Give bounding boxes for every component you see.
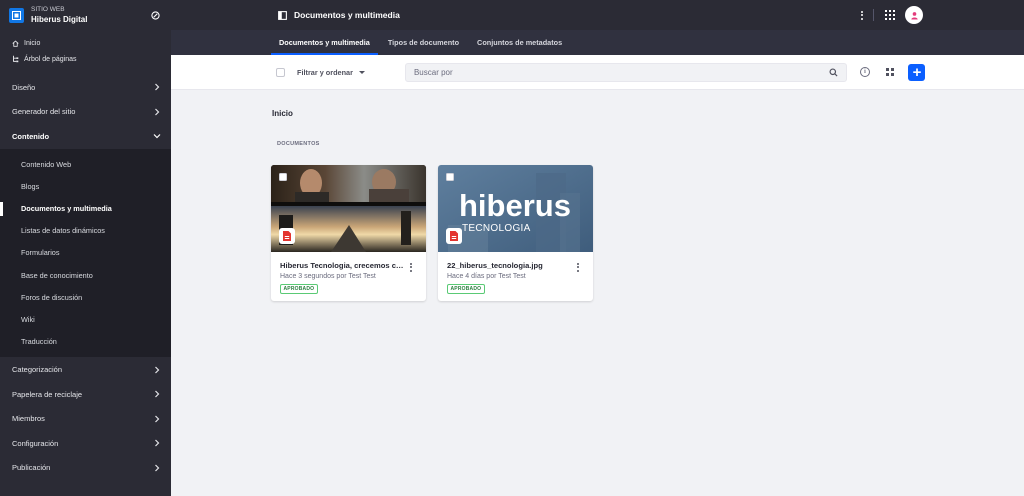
tab-documents-media[interactable]: Documentos y multimedia — [270, 30, 379, 55]
sidebar-section-members[interactable]: Miembros — [0, 406, 171, 431]
chevron-right-icon — [155, 439, 160, 447]
sidebar-section-design[interactable]: Diseño — [0, 75, 171, 100]
logo-wordmark: hiberus — [459, 188, 571, 223]
filter-order-dropdown[interactable]: Filtrar y ordenar — [297, 68, 365, 77]
sidebar-section-categorization[interactable]: Categorización — [0, 357, 171, 382]
home-icon — [12, 39, 19, 47]
caret-down-icon — [358, 70, 365, 74]
compass-icon[interactable] — [148, 8, 162, 22]
chevron-right-icon — [155, 366, 160, 374]
chevron-right-icon — [155, 390, 160, 398]
document-thumbnail[interactable]: hiberus TECNOLOGIA — [438, 165, 593, 252]
product-menu-sidebar: SITIO WEB Hiberus Digital Inicio Árbol d… — [0, 0, 171, 496]
sidebar-item-documents-media[interactable]: Documentos y multimedia — [0, 198, 171, 220]
content-submenu: Contenido Web Blogs Documentos y multime… — [0, 148, 171, 358]
chevron-right-icon — [155, 83, 160, 91]
divider — [872, 9, 874, 21]
breadcrumb[interactable]: Inicio — [272, 109, 293, 118]
management-toolbar: Filtrar y ordenar i + — [171, 55, 1024, 90]
control-menu: Documentos y multimedia — [171, 0, 1024, 30]
card-subtitle: Hace 3 segundos por Test Test — [280, 273, 376, 280]
card-title[interactable]: Hiberus Tecnologia, crecemos co... — [280, 261, 404, 270]
document-card[interactable]: Hiberus Tecnologia, crecemos co... Hace … — [271, 165, 426, 301]
card-actions-kebab-icon[interactable] — [410, 263, 412, 272]
info-icon[interactable]: i — [859, 67, 870, 77]
add-button[interactable]: + — [908, 63, 926, 81]
search-input[interactable] — [413, 67, 829, 77]
status-badge: APROBADO — [447, 284, 485, 294]
site-kicker: SITIO WEB — [31, 6, 65, 13]
document-icon — [279, 228, 295, 244]
quick-link-page-tree[interactable]: Árbol de páginas — [0, 51, 171, 67]
chevron-right-icon — [155, 415, 160, 423]
sidebar-section-publishing[interactable]: Publicación — [0, 455, 171, 480]
logo-tagline: TECNOLOGIA — [462, 223, 531, 234]
chevron-right-icon — [155, 464, 160, 472]
sidebar-section-content[interactable]: Contenido — [0, 124, 171, 149]
document-icon — [446, 228, 462, 244]
chevron-down-icon — [153, 134, 161, 139]
chevron-right-icon — [155, 108, 160, 116]
status-badge: APROBADO — [280, 284, 318, 294]
sidebar-item-blogs[interactable]: Blogs — [0, 176, 171, 198]
card-title[interactable]: 22_hiberus_tecnologia.jpg — [447, 261, 571, 270]
page-title: Documentos y multimedia — [294, 10, 400, 20]
sidebar-toggle-icon[interactable] — [278, 10, 287, 20]
search-box — [404, 62, 847, 82]
section-label: DOCUMENTOS — [277, 141, 320, 147]
user-avatar[interactable] — [905, 6, 923, 24]
display-style-cards-icon[interactable] — [885, 67, 895, 77]
tab-document-types[interactable]: Tipos de documento — [379, 30, 468, 55]
user-icon — [910, 11, 918, 20]
select-all-checkbox[interactable] — [276, 67, 285, 77]
sidebar-item-forms[interactable]: Formularios — [0, 242, 171, 264]
sidebar-item-message-boards[interactable]: Foros de discusión — [0, 286, 171, 308]
sidebar-item-wiki[interactable]: Wiki — [0, 308, 171, 330]
sitemap-icon — [13, 55, 19, 63]
sidebar-item-translation[interactable]: Traducción — [0, 330, 171, 352]
document-card[interactable]: hiberus TECNOLOGIA 22_hiberus_tecnologia… — [438, 165, 593, 301]
quick-link-home[interactable]: Inicio — [0, 35, 171, 51]
card-checkbox[interactable] — [279, 173, 287, 181]
sidebar-item-web-content[interactable]: Contenido Web — [0, 154, 171, 176]
search-icon[interactable] — [829, 67, 838, 77]
quick-links: Inicio Árbol de páginas — [0, 30, 171, 67]
quick-link-label: Árbol de páginas — [24, 55, 77, 63]
card-checkbox[interactable] — [446, 173, 454, 181]
sidebar-item-knowledge-base[interactable]: Base de conocimiento — [0, 264, 171, 286]
applications-menu-icon[interactable] — [884, 9, 895, 21]
card-actions-kebab-icon[interactable] — [577, 263, 579, 272]
sidebar-section-site-builder[interactable]: Generador del sitio — [0, 100, 171, 125]
document-thumbnail[interactable] — [271, 165, 426, 252]
card-subtitle: Hace 4 días por Test Test — [447, 273, 526, 280]
site-name[interactable]: Hiberus Digital — [31, 15, 148, 25]
sidebar-item-dynamic-data-lists[interactable]: Listas de datos dinámicos — [0, 220, 171, 242]
sidebar-section-configuration[interactable]: Configuración — [0, 431, 171, 456]
sidebar-section-recycle-bin[interactable]: Papelera de reciclaje — [0, 382, 171, 407]
site-logo-icon — [9, 7, 24, 23]
navigation-tabs: Documentos y multimedia Tipos de documen… — [171, 30, 1024, 55]
quick-link-label: Inicio — [24, 39, 41, 47]
options-kebab-icon[interactable] — [859, 10, 865, 20]
site-header: SITIO WEB Hiberus Digital — [0, 0, 171, 30]
tab-metadata-sets[interactable]: Conjuntos de metadatos — [468, 30, 571, 55]
